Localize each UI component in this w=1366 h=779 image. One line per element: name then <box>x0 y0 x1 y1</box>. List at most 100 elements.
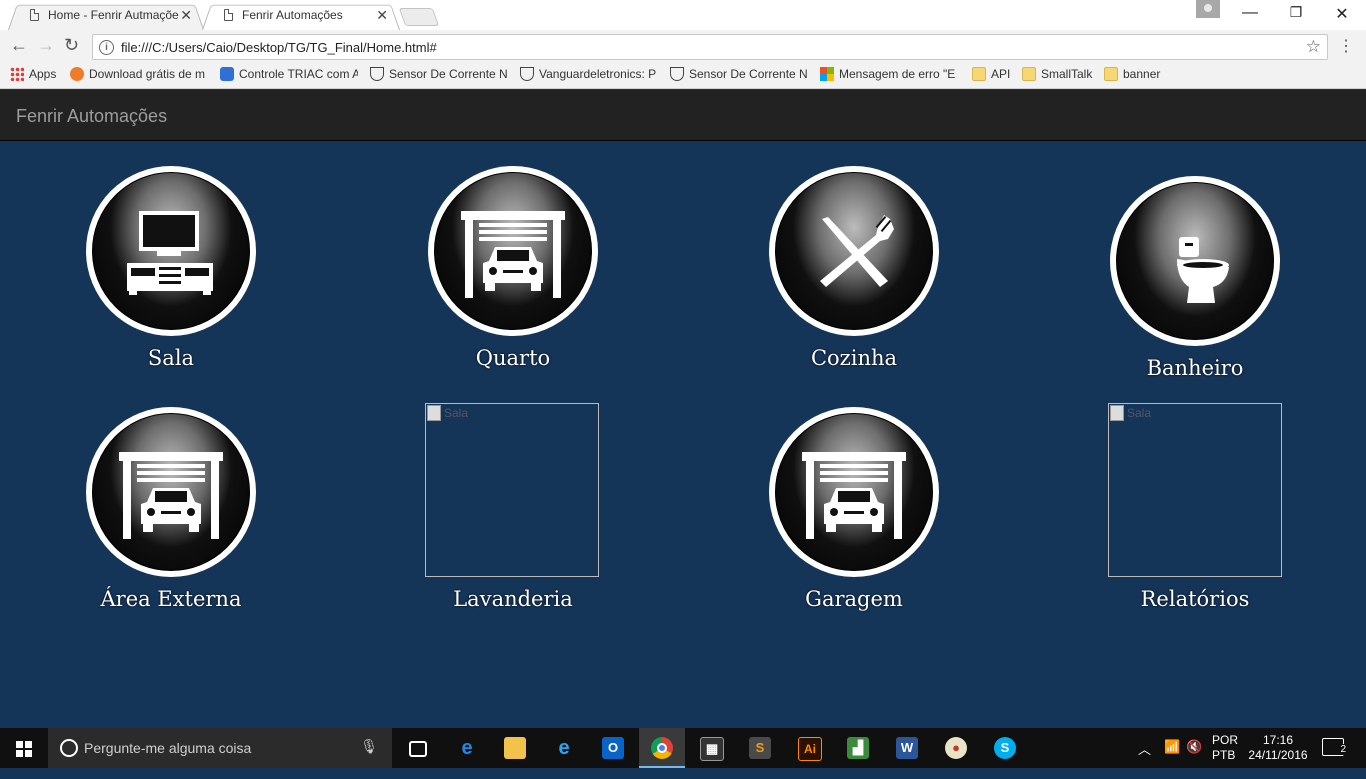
bookmark-star-icon[interactable]: ☆ <box>1306 37 1321 57</box>
task-view-icon <box>409 741 427 757</box>
info-icon[interactable]: i <box>99 40 114 55</box>
taskbar-explorer[interactable] <box>492 728 538 768</box>
flower-icon <box>70 67 84 81</box>
action-center-icon[interactable]: 2 <box>1322 738 1347 756</box>
people-icon <box>220 67 234 81</box>
close-window-button[interactable]: ✕ <box>1319 4 1365 24</box>
close-tab-icon[interactable]: ✕ <box>180 7 192 24</box>
tab-fenrir[interactable]: Fenrir Automações ✕ <box>202 2 400 30</box>
broken-image[interactable]: Sala <box>425 403 599 577</box>
bookmark-folder-banner[interactable]: banner <box>1104 67 1168 81</box>
room-label: Garagem <box>805 587 903 611</box>
browser-toolbar: ← → ↻ i file:///C:/Users/Caio/Desktop/TG… <box>0 30 1366 65</box>
broken-image-icon <box>427 405 441 421</box>
reload-icon[interactable]: ↻ <box>64 35 79 56</box>
bookmark-apps[interactable]: Apps <box>10 67 62 81</box>
taskbar-illustrator[interactable]: Ai <box>786 728 832 768</box>
profile-icon[interactable] <box>1196 0 1220 18</box>
bookmark-folder-api[interactable]: API <box>972 67 1020 81</box>
new-tab-button[interactable] <box>398 8 440 26</box>
bookmark-item[interactable]: Download grátis de m <box>70 67 208 81</box>
clock[interactable]: 17:16 24/11/2016 <box>1248 733 1308 773</box>
windows-logo-icon <box>16 741 23 748</box>
minimize-button[interactable]: — <box>1227 4 1273 22</box>
broken-image-icon <box>1110 405 1124 421</box>
outlook-icon: O <box>602 737 624 759</box>
clock-date: 24/11/2016 <box>1248 748 1308 762</box>
microsoft-icon <box>820 67 834 81</box>
site-navbar: Fenrir Automações <box>0 90 1366 141</box>
project-chart-icon: ▟ <box>847 737 869 759</box>
forward-arrow-icon[interactable]: → <box>37 35 55 56</box>
bookmarks-bar: Apps Download grátis de m Controle TRIAC… <box>0 64 1366 89</box>
room-relatorios[interactable]: Sala Relatórios <box>1055 403 1335 617</box>
room-icon-circle[interactable] <box>86 166 256 336</box>
tray-chevron-icon[interactable]: ︿ <box>1138 739 1151 779</box>
apps-icon <box>10 67 24 81</box>
taskbar-skype[interactable]: S <box>982 728 1028 768</box>
navbar-brand[interactable]: Fenrir Automações <box>16 106 167 127</box>
taskbar-project[interactable]: ▟ <box>835 728 881 768</box>
close-tab-icon[interactable]: ✕ <box>376 7 388 24</box>
cortana-search[interactable]: Pergunte-me alguma coisa 🎙 <box>48 728 392 768</box>
taskbar-sublime[interactable]: S <box>737 728 783 768</box>
room-icon-circle[interactable] <box>769 166 939 336</box>
room-icon-circle[interactable] <box>86 407 256 577</box>
back-arrow-icon[interactable]: ← <box>10 35 28 56</box>
room-quarto[interactable]: Quarto <box>373 166 653 376</box>
bookmark-item[interactable]: Mensagem de erro "E <box>820 67 958 81</box>
room-label: Relatórios <box>1140 587 1250 611</box>
restore-button[interactable]: ❐ <box>1273 4 1319 21</box>
room-garagem[interactable]: Garagem <box>714 407 994 617</box>
notification-count: 2 <box>1339 744 1347 755</box>
room-sala[interactable]: Sala <box>31 166 311 376</box>
microphone-icon[interactable]: 🎙 <box>360 738 378 755</box>
start-button[interactable] <box>0 728 48 768</box>
garage-car-icon <box>461 211 565 298</box>
taskbar-chrome[interactable] <box>639 728 685 768</box>
room-label: Área Externa <box>100 587 242 611</box>
tab-home[interactable]: Home - Fenrir Autmaçõe ✕ <box>8 2 204 30</box>
task-view-button[interactable] <box>394 728 440 768</box>
bookmark-item[interactable]: Controle TRIAC com A <box>220 67 358 81</box>
room-icon-circle[interactable] <box>1110 176 1280 346</box>
room-label: Quarto <box>475 346 551 370</box>
cortana-icon <box>60 739 78 757</box>
menu-dots-icon[interactable]: ⋮ <box>1338 36 1354 56</box>
room-icon-circle[interactable] <box>769 407 939 577</box>
bookmark-item[interactable]: Sensor De Corrente N <box>370 67 508 81</box>
room-cozinha[interactable]: Cozinha <box>714 166 994 376</box>
wifi-icon[interactable]: 📶 <box>1164 739 1180 779</box>
taskbar-edge[interactable]: e <box>444 728 490 768</box>
room-area-externa[interactable]: Área Externa <box>31 407 311 617</box>
skype-icon: S <box>994 737 1016 759</box>
volume-muted-icon[interactable]: 🔇 <box>1186 739 1202 779</box>
word-icon: W <box>896 737 918 759</box>
clock-time: 17:16 <box>1262 733 1294 747</box>
sublime-icon: S <box>749 737 771 759</box>
bookmark-folder-smalltalk[interactable]: SmallTalk <box>1022 67 1096 81</box>
taskbar-ie[interactable]: e <box>541 728 587 768</box>
edge-icon: e <box>461 737 473 759</box>
taskbar-word[interactable]: W <box>884 728 930 768</box>
address-bar[interactable]: i file:///C:/Users/Caio/Desktop/TG/TG_Fi… <box>92 34 1328 60</box>
folder-icon <box>1104 67 1118 81</box>
room-banheiro[interactable]: Banheiro <box>1055 176 1335 386</box>
tab-strip: Home - Fenrir Autmaçõe ✕ Fenrir Automaçõ… <box>0 0 1366 30</box>
fork-knife-icon <box>820 215 894 287</box>
language-indicator[interactable]: POR PTB <box>1212 733 1238 773</box>
folder-icon <box>504 737 526 759</box>
tab-title: Fenrir Automações <box>242 8 343 22</box>
taskbar-outlook[interactable]: O <box>590 728 636 768</box>
calculator-icon: ▦ <box>700 737 724 761</box>
image-alt-text: Sala <box>444 406 469 420</box>
room-icon-circle[interactable] <box>428 166 598 336</box>
bookmark-item[interactable]: Vanguardeletronics: P <box>520 67 658 81</box>
bookmark-item[interactable]: Sensor De Corrente N <box>670 67 808 81</box>
taskbar-calculator[interactable]: ▦ <box>688 728 734 768</box>
broken-image[interactable]: Sala <box>1108 403 1282 577</box>
bowl-icon <box>520 67 534 81</box>
taskbar-paint[interactable]: ● <box>933 728 979 768</box>
room-lavanderia[interactable]: Sala Lavanderia <box>373 403 653 617</box>
bowl-icon <box>670 67 684 81</box>
